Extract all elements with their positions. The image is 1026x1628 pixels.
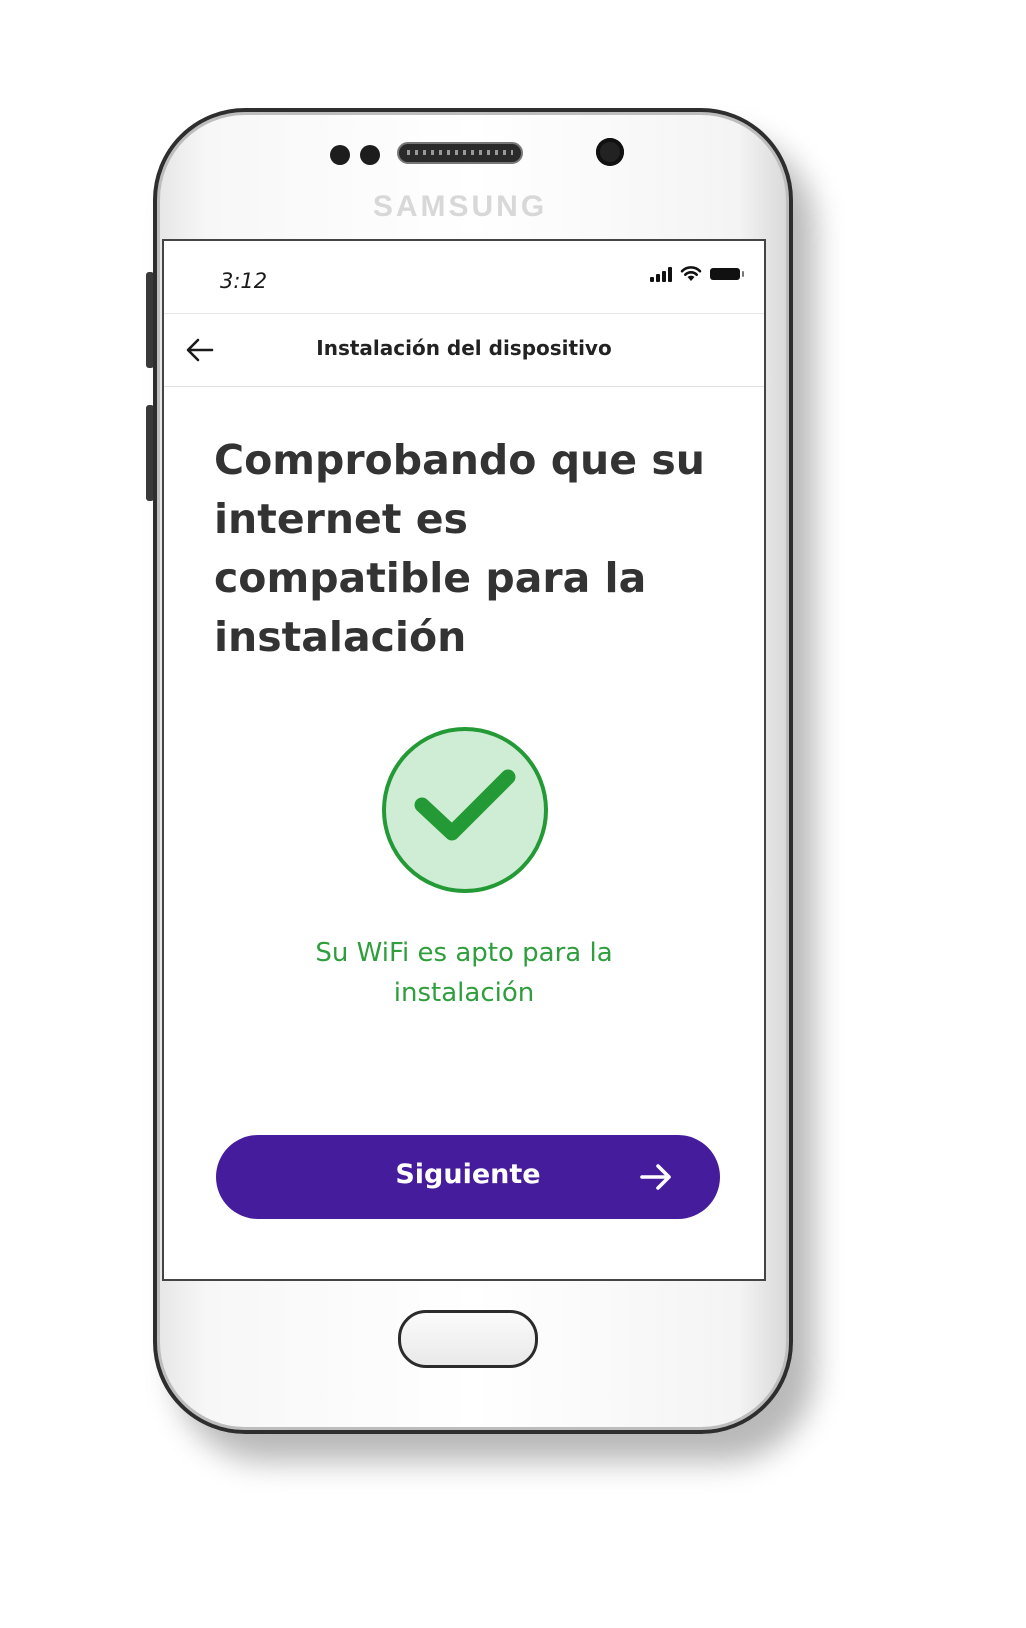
home-button [398,1310,538,1368]
wifi-status-message: Su WiFi es apto para la instalación [315,938,613,1008]
sensor-dot [360,145,380,165]
arrow-left-icon[interactable] [182,332,218,368]
speaker-grille-holes [407,150,513,155]
next-button[interactable]: Siguiente [216,1135,720,1219]
phone-mockup: SAMSUNG 3:12 Instalación del dispositivo… [0,0,1026,1628]
status-bar: 3:12 [164,241,764,314]
page-title: Comprobando que su internet es compatibl… [214,436,705,661]
status-icons [650,265,744,282]
header-title: Instalación del dispositivo [316,336,612,360]
front-camera [596,138,624,166]
device-brand-logo: SAMSUNG [372,190,548,223]
sensor-dot [330,145,350,165]
phone-screen: 3:12 Instalación del dispositivo Comprob… [162,239,766,1281]
check-icon [414,769,516,841]
arrow-right-icon [640,1164,671,1190]
battery-icon [710,268,744,280]
signal-icon [650,266,672,282]
status-time: 3:12 [220,269,268,293]
app-header: Instalación del dispositivo [164,314,764,387]
success-indicator [382,727,548,893]
wifi-icon [680,266,702,281]
